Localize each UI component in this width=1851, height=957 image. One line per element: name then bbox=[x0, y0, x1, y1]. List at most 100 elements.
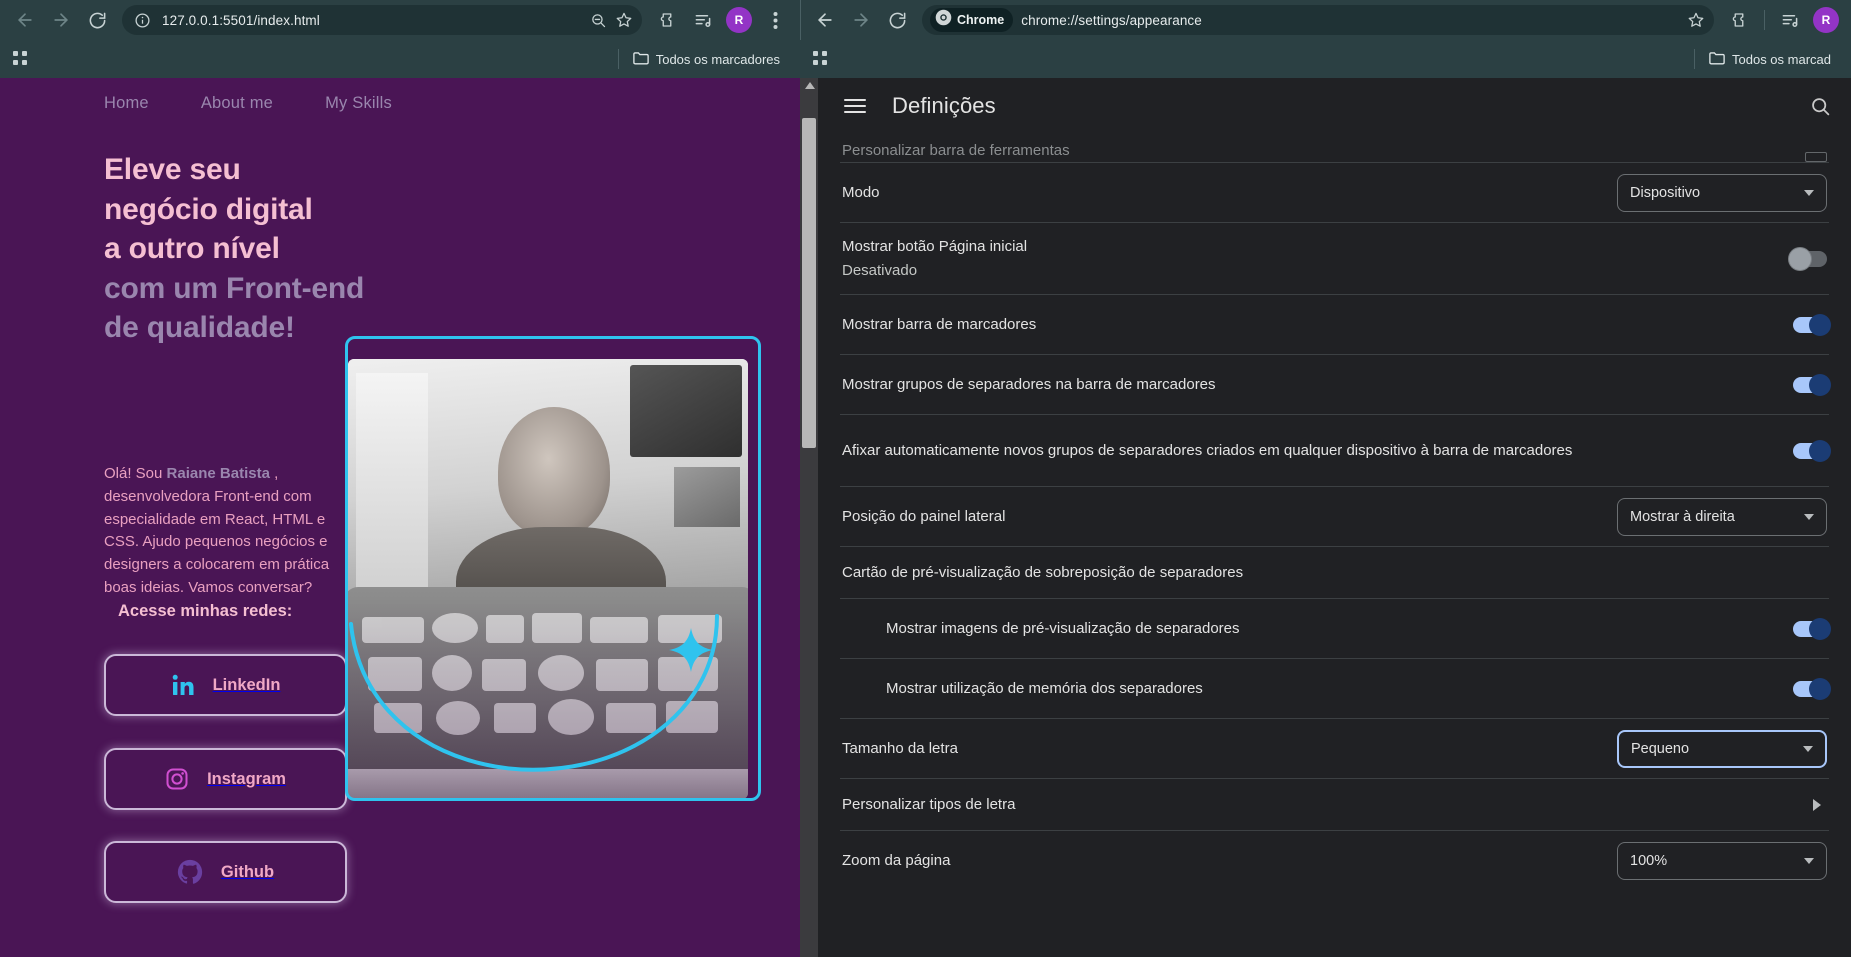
social-button-instagram[interactable]: Instagram bbox=[104, 748, 347, 810]
chrome-chip[interactable]: Chrome bbox=[930, 8, 1014, 32]
intro-paragraph: Olá! Sou Raiane Batista , desenvolvedora… bbox=[104, 463, 356, 600]
star-icon[interactable] bbox=[612, 8, 636, 32]
search-icon[interactable] bbox=[1810, 96, 1831, 117]
back-icon[interactable] bbox=[8, 3, 42, 37]
chrome-logo-icon bbox=[935, 9, 952, 31]
back-icon[interactable] bbox=[808, 3, 842, 37]
auto-pin-tab-groups-toggle[interactable] bbox=[1793, 439, 1831, 462]
site-info-icon[interactable] bbox=[130, 8, 154, 32]
intro-prefix: Olá! Sou bbox=[104, 465, 167, 482]
address-bar[interactable]: 127.0.0.1:5501/index.html bbox=[122, 5, 642, 35]
side-panel-position-select[interactable]: Mostrar à direita bbox=[1617, 497, 1827, 536]
row-label: Mostrar grupos de separadores na barra d… bbox=[842, 375, 1216, 393]
address-bar[interactable]: Chrome chrome://settings/appearance bbox=[922, 5, 1714, 35]
select-value: Dispositivo bbox=[1630, 184, 1701, 201]
hover-card-memory-toggle[interactable] bbox=[1793, 677, 1831, 700]
row-control-cutoff[interactable] bbox=[1805, 152, 1827, 162]
page-zoom-select[interactable]: 100% bbox=[1617, 841, 1827, 880]
browser-window-left: 127.0.0.1:5501/index.html R Todos os mar… bbox=[0, 0, 800, 957]
chevron-down-icon bbox=[1804, 513, 1814, 520]
row-label-text: Mostrar botão Página inicial bbox=[842, 237, 1028, 255]
settings-row-show-home-button[interactable]: Mostrar botão Página inicial Desativado bbox=[840, 222, 1829, 294]
reading-list-icon[interactable] bbox=[686, 3, 720, 37]
zoom-out-icon[interactable] bbox=[586, 8, 610, 32]
heading-line-2: negócio digital bbox=[104, 192, 313, 226]
chevron-down-icon bbox=[1803, 745, 1813, 752]
portfolio-page: Home About me My Skills Eleve seu negóci… bbox=[0, 78, 800, 957]
url-text[interactable]: chrome://settings/appearance bbox=[1013, 13, 1684, 28]
scroll-up-arrow-icon[interactable] bbox=[805, 82, 815, 89]
row-label: Personalizar barra de ferramentas bbox=[842, 142, 1070, 160]
settings-row-hover-card-images[interactable]: Mostrar imagens de pré-visualização de s… bbox=[840, 598, 1831, 658]
avatar: R bbox=[726, 7, 752, 33]
scrollbar-thumb[interactable] bbox=[802, 118, 816, 448]
settings-row-page-zoom[interactable]: Zoom da página 100% bbox=[840, 830, 1829, 890]
nav-item-my-skills[interactable]: My Skills bbox=[325, 94, 392, 113]
settings-row-show-bookmarks-bar[interactable]: Mostrar barra de marcadores bbox=[840, 294, 1831, 354]
intro-rest: , desenvolvedora Front-end com especiali… bbox=[104, 465, 330, 596]
avatar: R bbox=[1813, 7, 1839, 33]
settings-row-mode[interactable]: Modo Dispositivo bbox=[840, 162, 1829, 222]
row-label: Personalizar tipos de letra bbox=[842, 795, 1016, 813]
folder-icon bbox=[1709, 51, 1725, 68]
apps-grid-icon[interactable] bbox=[10, 48, 32, 70]
select-value: Mostrar à direita bbox=[1630, 508, 1735, 525]
all-bookmarks-label: Todos os marcadores bbox=[655, 51, 780, 67]
nav-item-about-me[interactable]: About me bbox=[201, 94, 273, 113]
browser-window-right: Chrome chrome://settings/appearance R To… bbox=[800, 0, 1851, 957]
social-button-linkedin[interactable]: LinkedIn bbox=[104, 654, 347, 716]
mode-select[interactable]: Dispositivo bbox=[1617, 173, 1827, 212]
hover-card-images-toggle[interactable] bbox=[1793, 617, 1831, 640]
row-label: Modo bbox=[842, 183, 880, 201]
show-tab-groups-toggle[interactable] bbox=[1793, 373, 1831, 396]
font-size-select[interactable]: Pequeno bbox=[1617, 729, 1827, 768]
url-text[interactable]: 127.0.0.1:5501/index.html bbox=[154, 13, 586, 28]
forward-icon[interactable] bbox=[844, 3, 878, 37]
social-button-github[interactable]: Github bbox=[104, 841, 347, 903]
right-bookmarks-bar: Todos os marcad bbox=[800, 40, 1851, 78]
settings-row-show-tab-groups[interactable]: Mostrar grupos de separadores na barra d… bbox=[840, 354, 1831, 414]
linkedin-icon bbox=[171, 673, 195, 697]
bookmarks-right-group: Todos os marcadores bbox=[617, 47, 790, 72]
reload-icon[interactable] bbox=[880, 3, 914, 37]
apps-grid-icon[interactable] bbox=[810, 48, 832, 70]
github-icon bbox=[177, 859, 203, 885]
reload-icon[interactable] bbox=[80, 3, 114, 37]
forward-icon[interactable] bbox=[44, 3, 78, 37]
all-bookmarks-item[interactable]: Todos os marcad bbox=[1703, 47, 1837, 72]
portfolio-viewport: Home About me My Skills Eleve seu negóci… bbox=[0, 78, 783, 957]
profile-avatar[interactable]: R bbox=[722, 3, 756, 37]
row-label: Zoom da página bbox=[842, 851, 951, 869]
extensions-icon[interactable] bbox=[650, 3, 684, 37]
social-label: Instagram bbox=[207, 769, 286, 788]
settings-row-hover-card-memory[interactable]: Mostrar utilização de memória dos separa… bbox=[840, 658, 1831, 718]
settings-row-hover-card-group: Cartão de pré-visualização de sobreposiç… bbox=[840, 546, 1829, 598]
row-label: Afixar automaticamente novos grupos de s… bbox=[842, 441, 1573, 459]
settings-row-font-size[interactable]: Tamanho da letra Pequeno bbox=[840, 718, 1829, 778]
settings-row-customize-toolbar[interactable]: Personalizar barra de ferramentas bbox=[840, 134, 1829, 162]
all-bookmarks-item[interactable]: Todos os marcadores bbox=[627, 47, 786, 72]
three-dot-menu-icon[interactable] bbox=[758, 3, 792, 37]
profile-avatar[interactable]: R bbox=[1809, 3, 1843, 37]
photo-frame bbox=[345, 336, 761, 801]
row-label: Tamanho da letra bbox=[842, 739, 958, 757]
settings-row-customize-fonts[interactable]: Personalizar tipos de letra bbox=[840, 778, 1829, 830]
settings-title: Definições bbox=[892, 93, 996, 118]
show-home-button-toggle[interactable] bbox=[1789, 247, 1827, 270]
settings-row-auto-pin-tab-groups[interactable]: Afixar automaticamente novos grupos de s… bbox=[840, 414, 1831, 486]
show-bookmarks-bar-toggle[interactable] bbox=[1793, 313, 1831, 336]
extensions-icon[interactable] bbox=[1722, 3, 1756, 37]
row-label: Mostrar imagens de pré-visualização de s… bbox=[886, 619, 1240, 637]
omnibox-actions bbox=[1684, 8, 1708, 32]
left-bookmarks-bar: Todos os marcadores bbox=[0, 40, 800, 78]
hamburger-menu-icon[interactable] bbox=[844, 99, 866, 113]
select-value: Pequeno bbox=[1631, 740, 1690, 757]
divider bbox=[617, 49, 619, 69]
social-label: Github bbox=[220, 862, 275, 881]
reading-list-icon[interactable] bbox=[1773, 3, 1807, 37]
chevron-down-icon bbox=[1804, 189, 1814, 196]
page-scrollbar[interactable] bbox=[800, 78, 818, 957]
star-icon[interactable] bbox=[1684, 8, 1708, 32]
settings-row-side-panel-position[interactable]: Posição do painel lateral Mostrar à dire… bbox=[840, 486, 1829, 546]
nav-item-home[interactable]: Home bbox=[104, 94, 149, 113]
